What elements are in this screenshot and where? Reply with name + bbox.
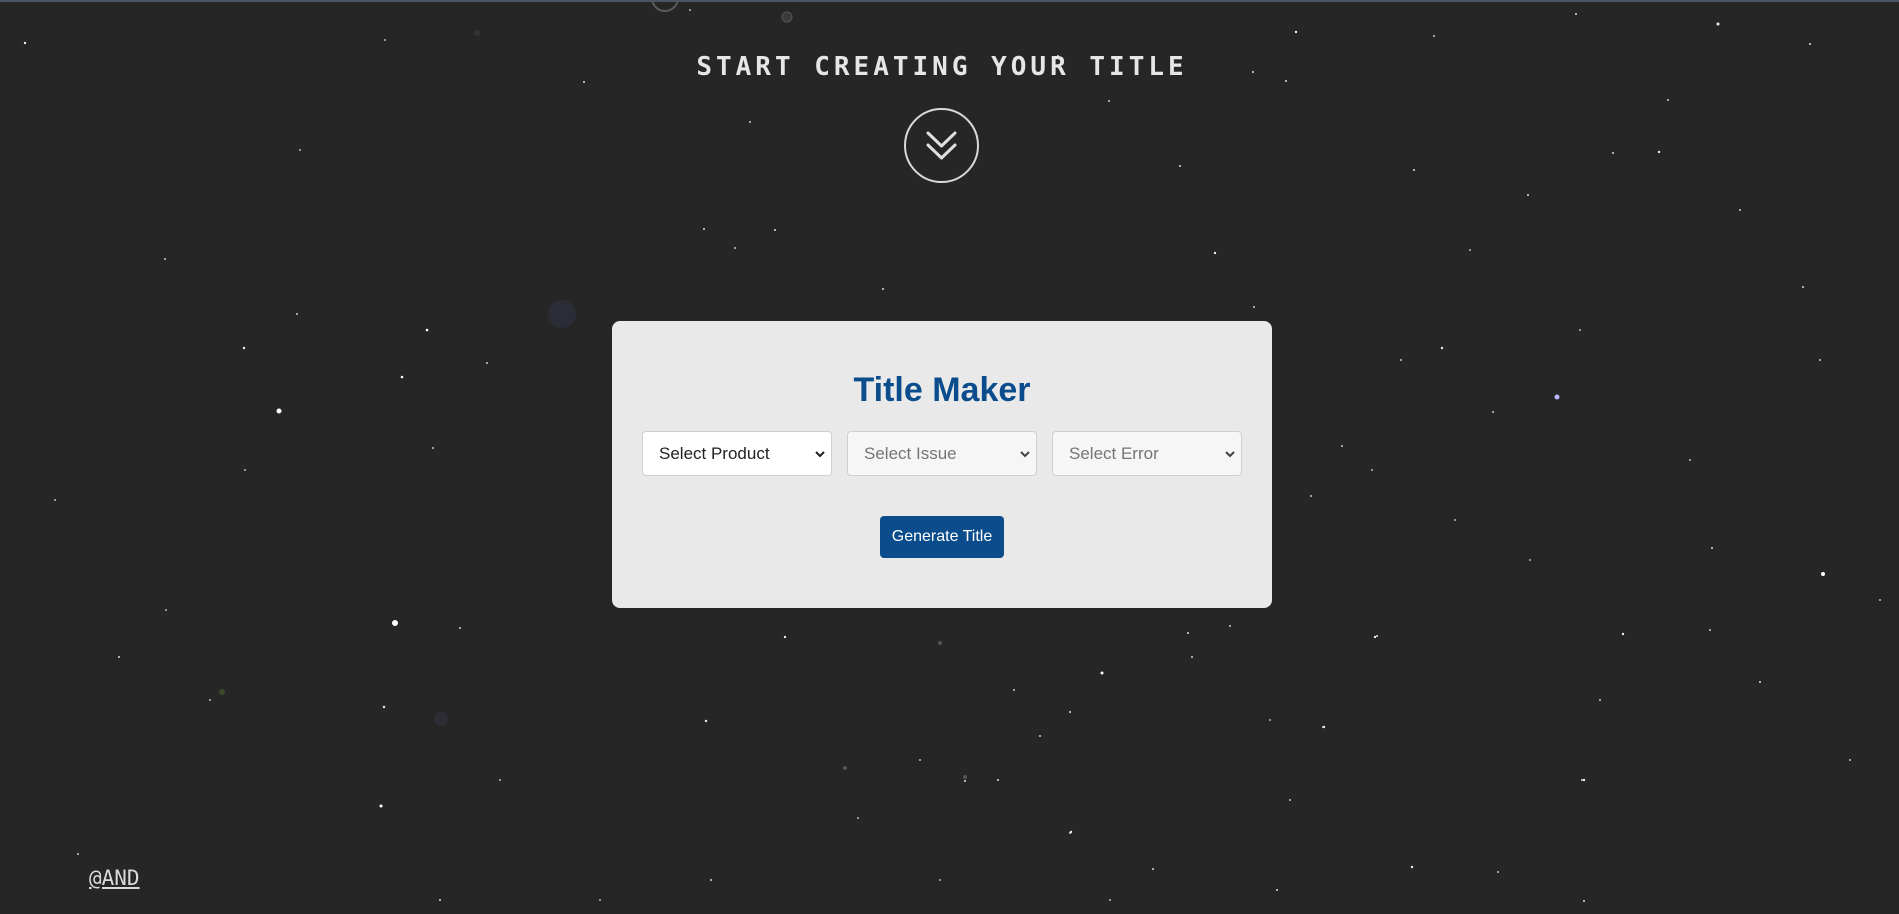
select-product-dropdown[interactable]: Select Product xyxy=(642,431,832,476)
select-issue-value: Select Issue xyxy=(864,444,957,463)
card-title: Title Maker xyxy=(853,371,1031,409)
chevron-down-icon xyxy=(1020,451,1030,458)
title-maker-card: Title Maker Select Product Select Issue … xyxy=(612,321,1272,608)
select-issue-dropdown[interactable]: Select Issue xyxy=(847,431,1037,476)
scroll-down-button[interactable] xyxy=(904,108,979,183)
select-error-value: Select Error xyxy=(1069,444,1159,463)
footer-author-link[interactable]: @AND xyxy=(89,866,140,890)
chevron-down-icon xyxy=(1225,451,1235,458)
generate-title-button[interactable]: Generate Title xyxy=(880,516,1004,558)
select-error-dropdown[interactable]: Select Error xyxy=(1052,431,1242,476)
select-product-value: Select Product xyxy=(659,444,770,463)
hero-title: START CREATING YOUR TITLE xyxy=(696,52,1188,82)
chevrons-down-icon xyxy=(926,131,957,160)
chevron-down-icon xyxy=(815,451,825,458)
